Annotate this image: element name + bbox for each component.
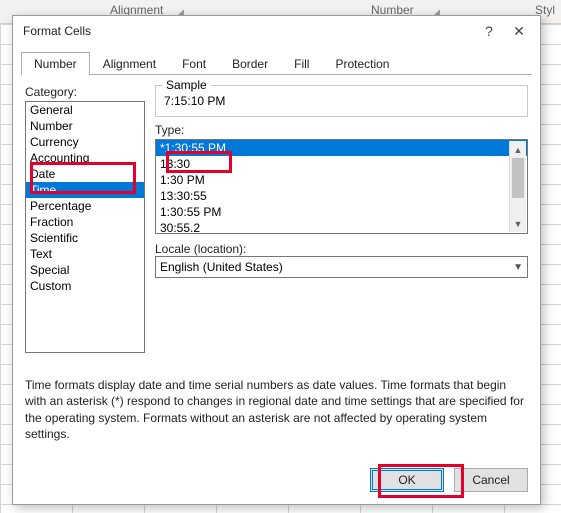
tab-border[interactable]: Border	[219, 52, 281, 75]
type-item[interactable]: 13:30	[156, 156, 527, 172]
locale-value: English (United States)	[160, 260, 283, 274]
tab-fill[interactable]: Fill	[281, 52, 322, 75]
ok-button-label: OK	[398, 473, 415, 487]
category-item[interactable]: Percentage	[26, 198, 144, 214]
locale-label: Locale (location):	[155, 242, 246, 256]
format-cells-dialog: Format Cells ? ✕ NumberAlignmentFontBord…	[12, 15, 541, 505]
dialog-titlebar: Format Cells ? ✕	[13, 16, 540, 46]
category-item[interactable]: Date	[26, 166, 144, 182]
tab-number[interactable]: Number	[21, 52, 90, 75]
scroll-down-icon[interactable]: ▼	[510, 215, 526, 232]
chevron-down-icon: ▼	[513, 262, 523, 273]
help-button[interactable]: ?	[474, 19, 504, 43]
ok-button[interactable]: OK	[370, 468, 444, 492]
sample-groupbox: Sample 7:15:10 PM	[155, 85, 528, 117]
locale-select[interactable]: English (United States) ▼	[155, 256, 528, 278]
scroll-up-icon[interactable]: ▲	[510, 141, 526, 158]
type-item[interactable]: 1:30 PM	[156, 172, 527, 188]
category-item[interactable]: Number	[26, 118, 144, 134]
tab-font[interactable]: Font	[169, 52, 219, 75]
type-scrollbar[interactable]: ▲ ▼	[509, 141, 526, 232]
type-item[interactable]: 1:30:55 PM	[156, 204, 527, 220]
category-item[interactable]: Special	[26, 262, 144, 278]
category-item[interactable]: Accounting	[26, 150, 144, 166]
category-item[interactable]: Text	[26, 246, 144, 262]
sample-value: 7:15:10 PM	[156, 94, 527, 116]
cancel-button-label: Cancel	[472, 473, 509, 487]
close-button[interactable]: ✕	[504, 19, 534, 43]
category-item[interactable]: Custom	[26, 278, 144, 294]
sample-label: Sample	[162, 78, 211, 92]
cancel-button[interactable]: Cancel	[454, 468, 528, 492]
dialog-title: Format Cells	[23, 24, 474, 38]
category-description: Time formats display date and time seria…	[25, 371, 528, 452]
scroll-thumb[interactable]	[512, 158, 524, 198]
type-listbox[interactable]: *1:30:55 PM13:301:30 PM13:30:551:30:55 P…	[155, 139, 528, 234]
category-item[interactable]: Currency	[26, 134, 144, 150]
category-item[interactable]: Time	[26, 182, 144, 198]
tab-protection[interactable]: Protection	[322, 52, 402, 75]
category-item[interactable]: Fraction	[26, 214, 144, 230]
close-icon: ✕	[513, 23, 525, 40]
type-label: Type:	[155, 123, 528, 137]
category-item[interactable]: Scientific	[26, 230, 144, 246]
type-item[interactable]: 30:55.2	[156, 220, 527, 234]
dialog-footer: OK Cancel	[13, 460, 540, 504]
type-item[interactable]: *1:30:55 PM	[156, 140, 527, 156]
tab-alignment[interactable]: Alignment	[90, 52, 169, 75]
category-listbox[interactable]: GeneralNumberCurrencyAccountingDateTimeP…	[25, 101, 145, 353]
dialog-tabs: NumberAlignmentFontBorderFillProtection	[13, 52, 540, 75]
category-item[interactable]: General	[26, 102, 144, 118]
category-label: Category:	[25, 85, 145, 99]
help-icon: ?	[485, 23, 493, 39]
type-item[interactable]: 13:30:55	[156, 188, 527, 204]
